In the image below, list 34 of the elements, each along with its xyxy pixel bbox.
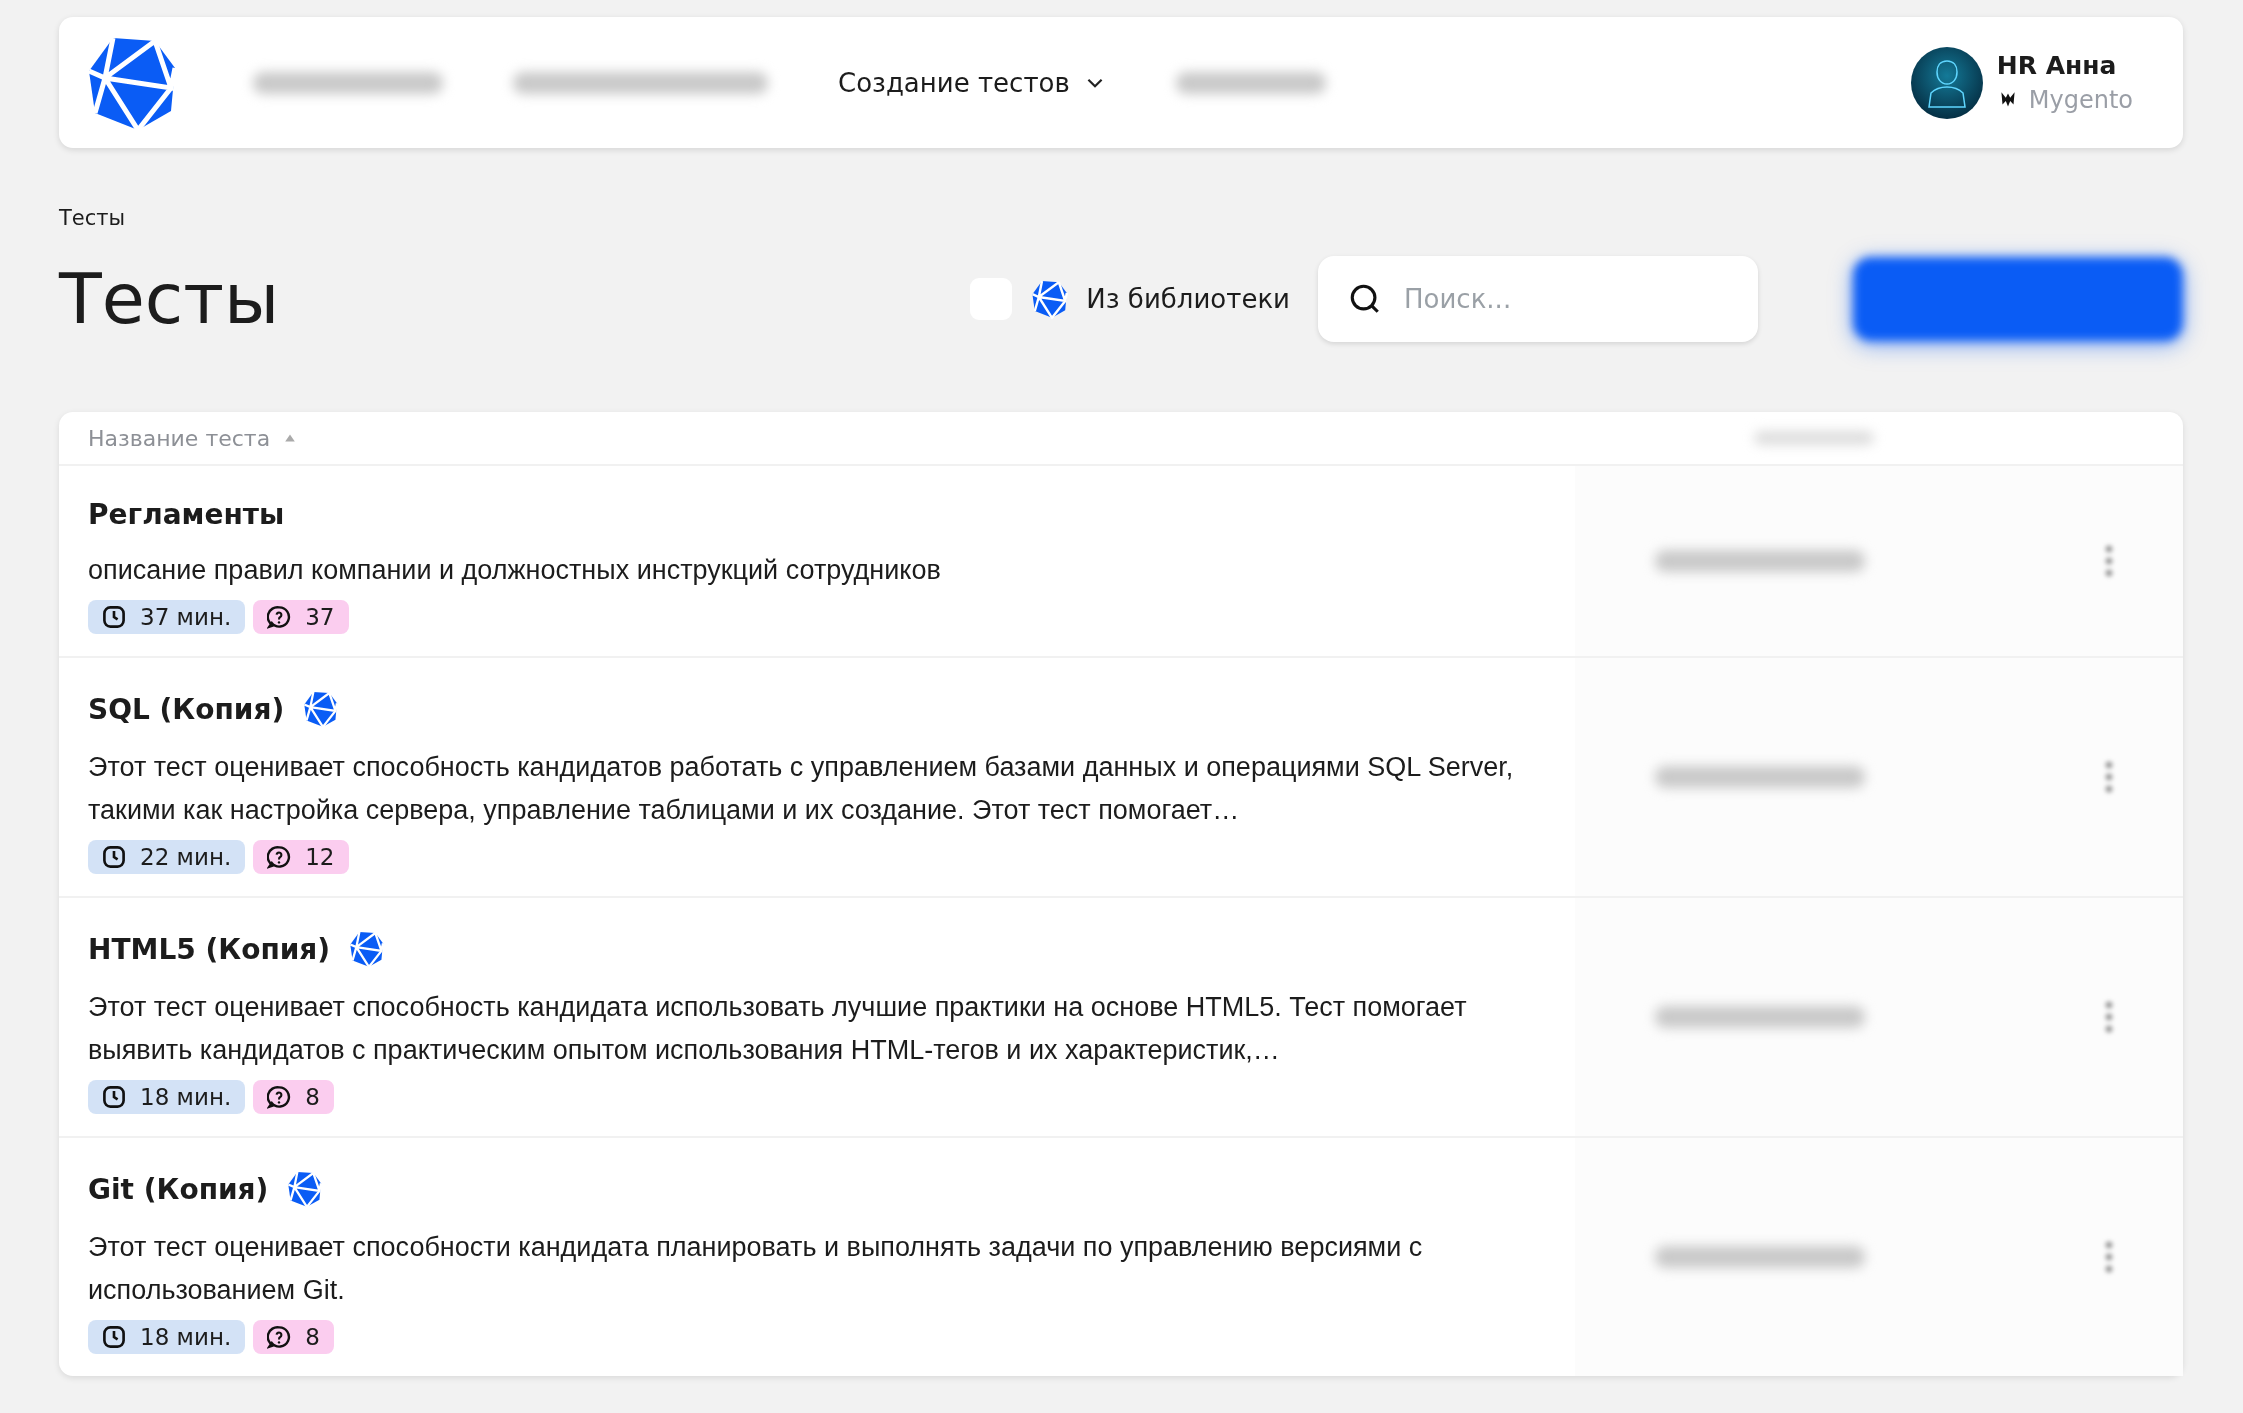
duration-badge: 18 мин. — [88, 1080, 246, 1114]
company-name: Mygento — [2028, 86, 2133, 114]
questions-badge: 12 — [253, 840, 349, 874]
more-icon[interactable] — [2105, 759, 2113, 795]
blurred-nav-item[interactable] — [1175, 71, 1326, 94]
blurred-nav-item[interactable] — [253, 71, 443, 94]
questions-badge: 8 — [253, 1080, 334, 1114]
questions-badge: 8 — [253, 1320, 334, 1354]
test-title[interactable]: SQL (Копия) — [88, 692, 285, 726]
test-description: Этот тест оценивает способность кандидата использовать лучшие практики на основе HTML5. Тест помогает выявить кандидатов с практическим опытом использования HTML-тегов и их характеристик,… — [88, 991, 1468, 1067]
library-filter-label[interactable]: Из библиотеки — [1086, 284, 1290, 314]
test-title[interactable]: Регламенты — [88, 498, 285, 531]
duration-badge: 37 мин. — [88, 600, 246, 634]
blurred-nav-item[interactable] — [513, 71, 768, 94]
test-title[interactable]: HTML5 (Копия) — [88, 932, 331, 966]
logo-icon — [1030, 279, 1071, 319]
duration-badge: 22 мин. — [88, 840, 246, 874]
questions-badge: 37 — [253, 600, 349, 634]
test-description: Этот тест оценивает способности кандидата планировать и выполнять задачи по управлению версиями с использованием Git. — [88, 1231, 1424, 1307]
page-title: Тесты — [59, 258, 280, 340]
blurred-add-button[interactable] — [1853, 257, 2183, 341]
test-description: описание правил компании и должностных инструкций сотрудников — [88, 554, 942, 587]
duration-badge: 18 мин. — [88, 1320, 246, 1354]
search-icon — [1348, 282, 1382, 316]
user-name: HR Анна — [1996, 51, 2118, 80]
breadcrumb[interactable]: Тесты — [59, 206, 2183, 230]
more-icon[interactable] — [2105, 543, 2113, 579]
test-title[interactable]: Git (Копия) — [88, 1172, 269, 1206]
more-icon[interactable] — [2105, 1239, 2113, 1275]
more-icon[interactable] — [2105, 999, 2113, 1035]
search-field[interactable]: Поиск... — [1318, 256, 1758, 342]
avatar-icon[interactable] — [1910, 46, 1983, 119]
test-description: Этот тест оценивает способность кандидатов работать с управлением базами данных и операциями SQL Server, такими как настройка сервера, управление таблицами и их создание. Этот тест помогает… — [88, 751, 1515, 827]
nav-menu-item[interactable]: Создание тестов — [838, 67, 1106, 98]
